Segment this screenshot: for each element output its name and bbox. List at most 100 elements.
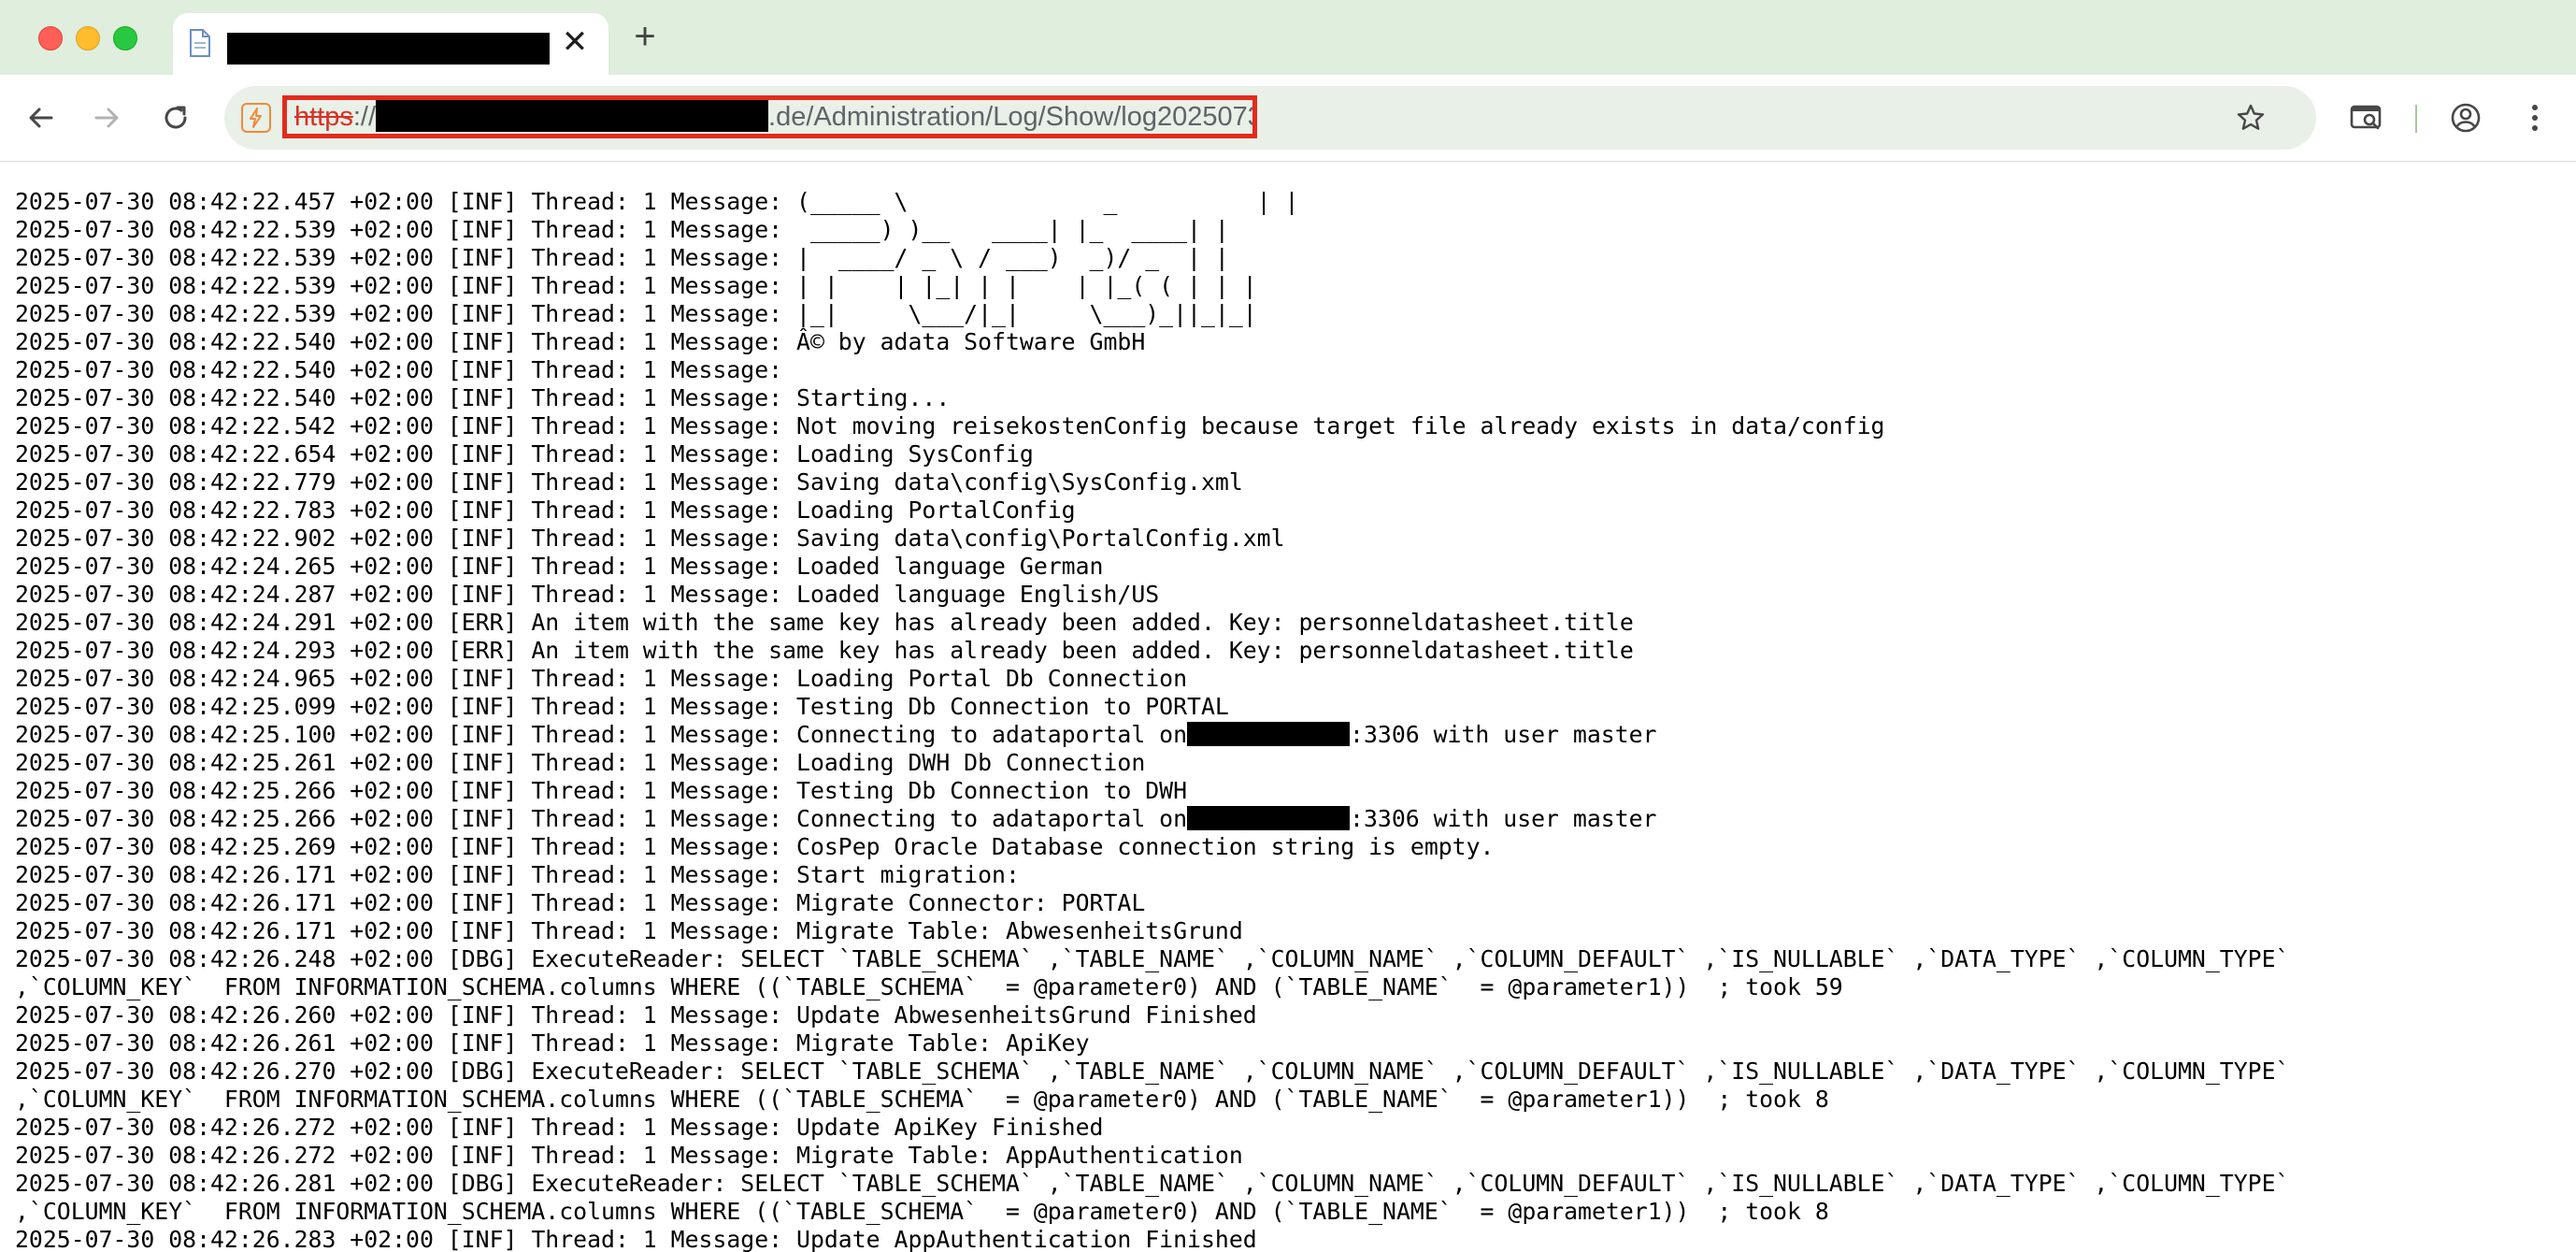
log-line: 2025-07-30 08:42:26.272 +02:00 [INF] Thr… [15,1114,2289,1142]
log-line-text: 2025-07-30 08:42:26.281 +02:00 [DBG] Exe… [15,1170,2290,1197]
log-line: 2025-07-30 08:42:22.457 +02:00 [INF] Thr… [15,188,2289,216]
tab-search-icon [2350,105,2382,130]
log-line: 2025-07-30 08:42:26.171 +02:00 [INF] Thr… [15,861,2289,889]
log-line-text: 2025-07-30 08:42:24.965 +02:00 [INF] Thr… [15,665,1188,692]
bookmark-button[interactable] [2234,101,2268,135]
log-line: 2025-07-30 08:42:25.269 +02:00 [INF] Thr… [15,833,2289,861]
browser-toolbar: https:// .de/Administration/Log/Show/log2… [0,75,2576,161]
star-icon [2237,104,2265,130]
log-line: 2025-07-30 08:42:25.266 +02:00 [INF] Thr… [15,777,2289,805]
tab-search-button[interactable] [2346,97,2387,138]
log-line-text: 2025-07-30 08:42:22.654 +02:00 [INF] Thr… [15,440,1034,468]
profile-button[interactable] [2445,97,2486,138]
log-line-text: 2025-07-30 08:42:25.266 +02:00 [INF] Thr… [15,777,1188,804]
arrow-right-icon [94,108,119,128]
log-line: 2025-07-30 08:42:24.287 +02:00 [INF] Thr… [15,581,2289,609]
kebab-menu-icon [2532,105,2538,131]
url-path: /Administration/Log/Show/log20250730 [806,102,1257,132]
log-line-text: 2025-07-30 08:42:22.540 +02:00 [INF] Thr… [15,356,797,383]
log-line-text: 2025-07-30 08:42:22.539 +02:00 [INF] Thr… [15,272,1257,299]
title-bar: ✕ + [0,0,2576,75]
log-line-text: 2025-07-30 08:42:22.902 +02:00 [INF] Thr… [15,525,1285,552]
log-line: 2025-07-30 08:42:26.260 +02:00 [INF] Thr… [15,1001,2289,1029]
log-line: 2025-07-30 08:42:22.539 +02:00 [INF] Thr… [15,216,2289,244]
log-line: 2025-07-30 08:42:22.540 +02:00 [INF] Thr… [15,328,2289,356]
log-line-text: 2025-07-30 08:42:22.540 +02:00 [INF] Thr… [15,328,1146,355]
log-line-text-after: :3306 with user master [1350,805,1657,832]
log-line: 2025-07-30 08:42:25.261 +02:00 [INF] Thr… [15,749,2289,777]
log-line-text: 2025-07-30 08:42:22.783 +02:00 [INF] Thr… [15,496,1076,524]
log-line-text: 2025-07-30 08:42:24.287 +02:00 [INF] Thr… [15,581,1160,608]
log-line-text: 2025-07-30 08:42:24.293 +02:00 [ERR] An … [15,637,1634,664]
log-line-text: 2025-07-30 08:42:22.779 +02:00 [INF] Thr… [15,468,1243,496]
arrow-left-icon [29,108,53,128]
reload-button[interactable] [155,97,196,138]
log-line: 2025-07-30 08:42:22.539 +02:00 [INF] Thr… [15,272,2289,300]
log-line-text: 2025-07-30 08:42:22.539 +02:00 [INF] Thr… [15,300,1257,327]
log-line: 2025-07-30 08:42:22.542 +02:00 [INF] Thr… [15,412,2289,440]
log-line: 2025-07-30 08:42:26.248 +02:00 [DBG] Exe… [15,945,2289,973]
reload-icon [165,106,187,129]
tab-active[interactable]: ✕ [173,13,608,75]
log-line-text: 2025-07-30 08:42:22.457 +02:00 [INF] Thr… [15,188,1299,215]
log-line-text: 2025-07-30 08:42:26.283 +02:00 [INF] Thr… [15,1226,1257,1252]
minimize-window-button[interactable] [76,26,100,50]
log-line: 2025-07-30 08:42:22.540 +02:00 [INF] Thr… [15,356,2289,384]
forward-button[interactable] [86,97,127,138]
tab-title-redacted [227,33,550,65]
log-line: ,`COLUMN_KEY` FROM INFORMATION_SCHEMA.co… [15,973,2289,1001]
redacted-host [1187,806,1351,830]
log-line: 2025-07-30 08:42:22.539 +02:00 [INF] Thr… [15,300,2289,328]
log-line: 2025-07-30 08:42:22.654 +02:00 [INF] Thr… [15,440,2289,468]
log-line: 2025-07-30 08:42:24.291 +02:00 [ERR] An … [15,609,2289,637]
log-line-text: 2025-07-30 08:42:26.171 +02:00 [INF] Thr… [15,889,1146,916]
new-tab-button[interactable]: + [624,17,665,58]
log-line: 2025-07-30 08:42:24.293 +02:00 [ERR] An … [15,637,2289,665]
profile-icon [2451,103,2481,133]
log-line: 2025-07-30 08:42:26.272 +02:00 [INF] Thr… [15,1142,2289,1170]
log-line-text-after: :3306 with user master [1350,721,1657,748]
log-line-text: 2025-07-30 08:42:26.171 +02:00 [INF] Thr… [15,917,1243,944]
log-line: 2025-07-30 08:42:22.779 +02:00 [INF] Thr… [15,468,2289,496]
site-info-icon[interactable] [241,103,271,133]
log-line: 2025-07-30 08:42:26.270 +02:00 [DBG] Exe… [15,1058,2289,1086]
close-tab-button[interactable]: ✕ [558,25,592,59]
url-text[interactable]: https:// .de/Administration/Log/Show/log2… [282,95,1257,138]
address-bar[interactable]: https:// .de/Administration/Log/Show/log2… [224,86,2316,150]
page-content: 2025-07-30 08:42:22.457 +02:00 [INF] Thr… [0,161,2576,1252]
warning-bolt-icon [250,108,262,128]
log-line-text: 2025-07-30 08:42:25.269 +02:00 [INF] Thr… [15,833,1495,860]
document-icon [190,29,210,57]
url-domain-suffix: .de [768,102,807,132]
log-line: 2025-07-30 08:42:22.783 +02:00 [INF] Thr… [15,496,2289,525]
url-separator: :// [352,102,377,132]
log-line-text: 2025-07-30 08:42:22.539 +02:00 [INF] Thr… [15,216,1229,243]
log-line-text: 2025-07-30 08:42:25.099 +02:00 [INF] Thr… [15,693,1229,720]
back-button[interactable] [21,97,62,138]
log-line: 2025-07-30 08:42:26.261 +02:00 [INF] Thr… [15,1029,2289,1058]
zoom-window-button[interactable] [113,26,137,50]
log-line-text: 2025-07-30 08:42:25.266 +02:00 [INF] Thr… [15,805,1188,832]
log-line-text: 2025-07-30 08:42:26.248 +02:00 [DBG] Exe… [15,945,2290,972]
log-line: ,`COLUMN_KEY` FROM INFORMATION_SCHEMA.co… [15,1086,2289,1114]
log-line-text: 2025-07-30 08:42:26.272 +02:00 [INF] Thr… [15,1142,1243,1169]
log-line-text: 2025-07-30 08:42:22.540 +02:00 [INF] Thr… [15,384,951,411]
log-line: 2025-07-30 08:42:24.965 +02:00 [INF] Thr… [15,665,2289,693]
log-line-text: ,`COLUMN_KEY` FROM INFORMATION_SCHEMA.co… [15,973,1843,1000]
redacted-host [1187,722,1351,746]
url-domain-redacted [376,100,769,133]
log-line: 2025-07-30 08:42:26.283 +02:00 [INF] Thr… [15,1226,2289,1252]
log-line-text: 2025-07-30 08:42:26.260 +02:00 [INF] Thr… [15,1001,1257,1029]
log-line-text: ,`COLUMN_KEY` FROM INFORMATION_SCHEMA.co… [15,1086,1829,1113]
log-line: 2025-07-30 08:42:22.540 +02:00 [INF] Thr… [15,384,2289,412]
log-line-text: 2025-07-30 08:42:26.272 +02:00 [INF] Thr… [15,1114,1104,1141]
log-line: 2025-07-30 08:42:25.266 +02:00 [INF] Thr… [15,805,2289,833]
log-line: 2025-07-30 08:42:26.281 +02:00 [DBG] Exe… [15,1170,2289,1198]
menu-button[interactable] [2514,97,2555,138]
log-line: ,`COLUMN_KEY` FROM INFORMATION_SCHEMA.co… [15,1198,2289,1226]
log-line-text: ,`COLUMN_KEY` FROM INFORMATION_SCHEMA.co… [15,1198,1829,1225]
log-line-text: 2025-07-30 08:42:25.261 +02:00 [INF] Thr… [15,749,1146,776]
close-window-button[interactable] [38,26,63,50]
log-line-text: 2025-07-30 08:42:22.539 +02:00 [INF] Thr… [15,244,1229,271]
url-scheme: https [294,102,353,132]
